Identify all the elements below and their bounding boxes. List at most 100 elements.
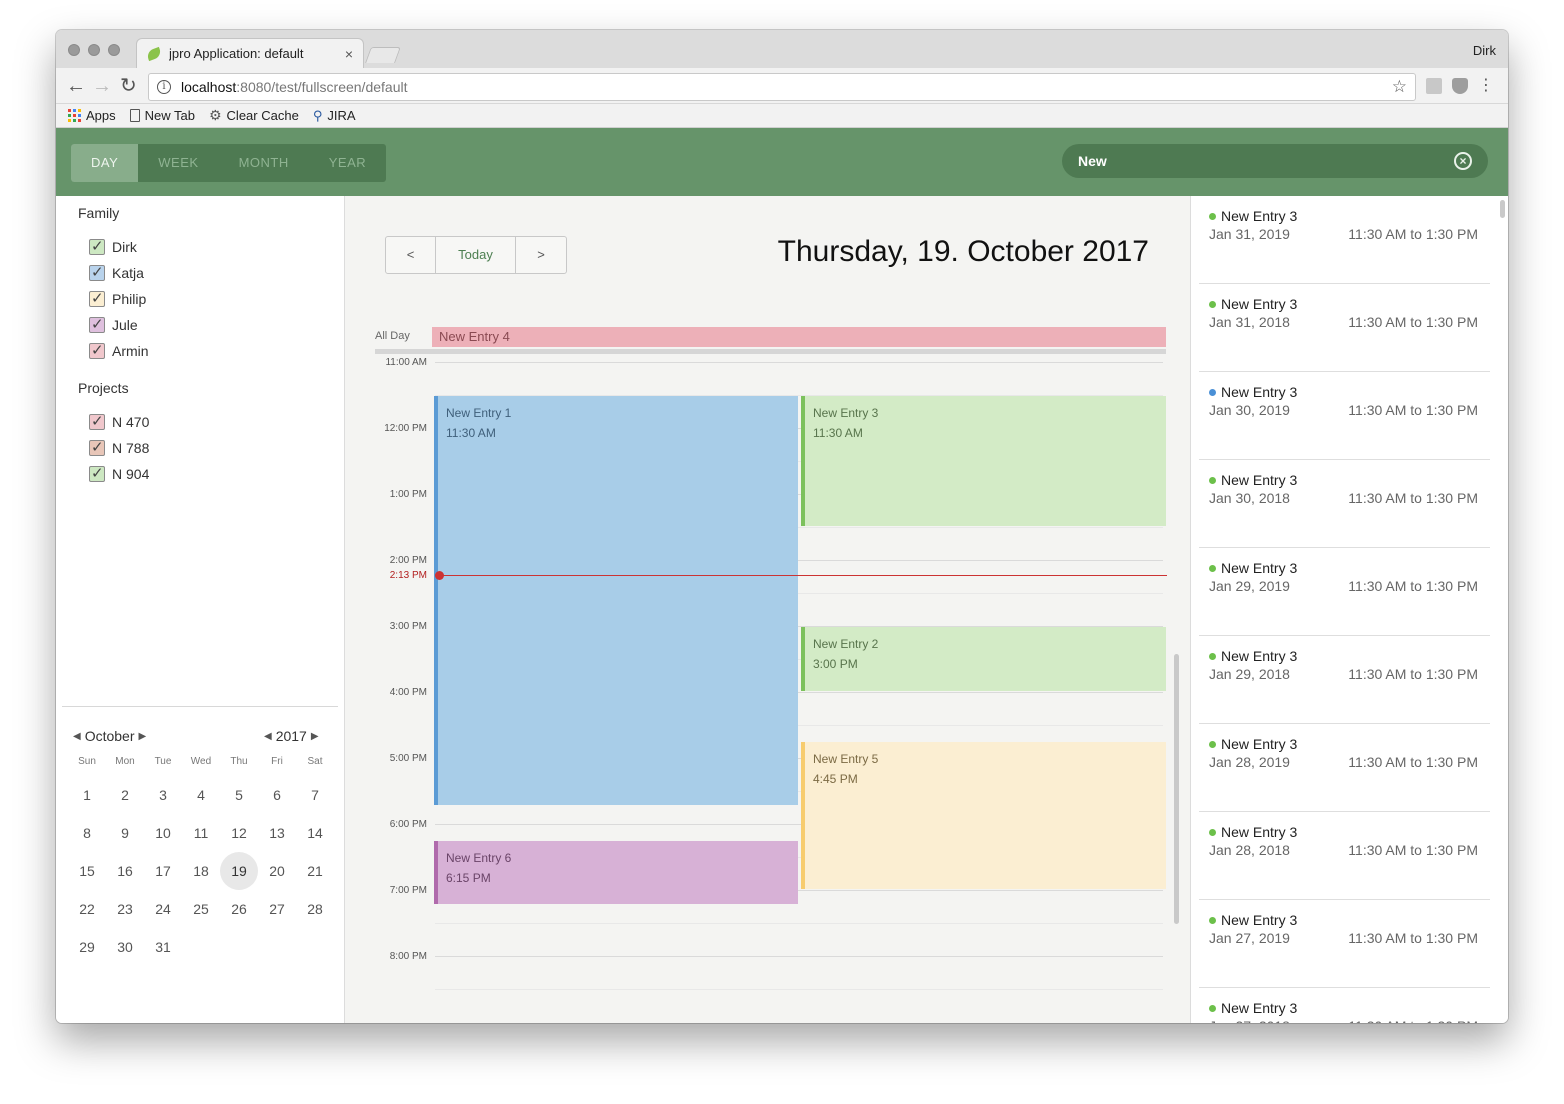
calendar-item-katja[interactable]: Katja — [89, 263, 144, 281]
bookmark-jira[interactable]: ⚲ JIRA — [313, 108, 356, 124]
calendar-checkbox[interactable] — [89, 412, 105, 430]
mini-calendar-day[interactable]: 17 — [144, 852, 182, 890]
mini-calendar-day[interactable]: 5 — [220, 776, 258, 814]
forward-arrow-icon[interactable]: → — [92, 74, 112, 98]
all-day-entry[interactable]: New Entry 4 — [432, 327, 1166, 347]
prev-year-icon[interactable]: ◀ — [264, 731, 272, 742]
mini-calendar-day[interactable]: 27 — [258, 890, 296, 928]
calendar-item-n470[interactable]: N 470 — [89, 412, 149, 430]
mini-calendar-day[interactable]: 3 — [144, 776, 182, 814]
calendar-checkbox[interactable] — [89, 438, 105, 456]
mini-calendar-day[interactable]: 4 — [182, 776, 220, 814]
new-tab-button[interactable] — [365, 47, 401, 63]
search-result-item[interactable]: New Entry 3 Jan 27, 2019 11:30 AM to 1:30 … — [1199, 900, 1490, 988]
mini-calendar-day[interactable]: 13 — [258, 814, 296, 852]
mini-calendar-day[interactable]: 28 — [296, 890, 334, 928]
extension-icon[interactable] — [1426, 78, 1442, 94]
mini-calendar-day[interactable]: 21 — [296, 852, 334, 890]
calendar-checkbox[interactable] — [89, 464, 105, 482]
search-result-item[interactable]: New Entry 3 Jan 30, 2018 11:30 AM to 1:30 … — [1199, 460, 1490, 548]
today-button[interactable]: Today — [436, 237, 516, 273]
mini-calendar-day[interactable]: 19 — [220, 852, 258, 890]
close-tab-icon[interactable]: × — [345, 46, 353, 62]
address-bar[interactable]: i localhost:8080/test/fullscreen/default… — [148, 73, 1416, 101]
tab-month[interactable]: MONTH — [219, 144, 309, 182]
zoom-window-button[interactable] — [108, 44, 120, 56]
calendar-item-armin[interactable]: Armin — [89, 341, 149, 359]
mini-calendar-day[interactable]: 7 — [296, 776, 334, 814]
calendar-item-dirk[interactable]: Dirk — [89, 237, 137, 255]
mini-calendar-day[interactable]: 31 — [144, 928, 182, 966]
calendar-checkbox[interactable] — [89, 263, 105, 281]
clear-search-icon[interactable]: × — [1454, 152, 1472, 170]
tab-week[interactable]: WEEK — [138, 144, 218, 182]
mini-calendar-day[interactable]: 24 — [144, 890, 182, 928]
mini-calendar-day[interactable]: 23 — [106, 890, 144, 928]
mini-calendar-day[interactable]: 25 — [182, 890, 220, 928]
calendar-checkbox[interactable] — [89, 237, 105, 255]
mini-year-selector: ◀ 2017 ▶ — [264, 728, 319, 744]
mini-calendar-day[interactable]: 30 — [106, 928, 144, 966]
calendar-entry[interactable]: New Entry 1 11:30 AM — [434, 396, 798, 805]
search-result-item[interactable]: New Entry 3 Jan 31, 2018 11:30 AM to 1:30 … — [1199, 284, 1490, 372]
next-day-button[interactable]: > — [516, 237, 566, 273]
tab-year[interactable]: YEAR — [309, 144, 386, 182]
reload-icon[interactable]: ↻ — [120, 74, 137, 98]
calendar-item-n788[interactable]: N 788 — [89, 438, 149, 456]
search-result-item[interactable]: New Entry 3 Jan 31, 2019 11:30 AM to 1:30 … — [1199, 196, 1490, 284]
next-year-icon[interactable]: ▶ — [311, 731, 319, 742]
profile-name[interactable]: Dirk — [1473, 43, 1496, 58]
search-result-item[interactable]: New Entry 3 Jan 28, 2019 11:30 AM to 1:30 … — [1199, 724, 1490, 812]
mini-calendar-day[interactable]: 18 — [182, 852, 220, 890]
star-icon[interactable]: ☆ — [1392, 77, 1407, 97]
vertical-scrollbar[interactable] — [1174, 654, 1179, 924]
shield-extension-icon[interactable] — [1452, 78, 1468, 94]
close-window-button[interactable] — [68, 44, 80, 56]
mini-calendar-day[interactable]: 8 — [68, 814, 106, 852]
mini-calendar-day[interactable]: 1 — [68, 776, 106, 814]
mini-calendar-day[interactable]: 10 — [144, 814, 182, 852]
back-arrow-icon[interactable]: ← — [66, 74, 86, 98]
calendar-checkbox[interactable] — [89, 341, 105, 359]
results-scrollbar[interactable] — [1500, 200, 1505, 218]
search-input[interactable]: New × — [1062, 144, 1488, 178]
search-result-item[interactable]: New Entry 3 Jan 29, 2019 11:30 AM to 1:30 … — [1199, 548, 1490, 636]
mini-calendar-day[interactable]: 12 — [220, 814, 258, 852]
mini-calendar-day[interactable]: 20 — [258, 852, 296, 890]
prev-day-button[interactable]: < — [386, 237, 436, 273]
calendar-item-philip[interactable]: Philip — [89, 289, 146, 307]
search-result-item[interactable]: New Entry 3 Jan 27, 2018 11:30 AM to 1:30 … — [1199, 988, 1490, 1023]
mini-month-label: October — [84, 728, 135, 744]
calendar-item-n904[interactable]: N 904 — [89, 464, 149, 482]
calendar-item-jule[interactable]: Jule — [89, 315, 138, 333]
bookmark-clear-cache[interactable]: ⚙ Clear Cache — [209, 107, 299, 124]
prev-month-icon[interactable]: ◀ — [73, 731, 81, 742]
tab-day[interactable]: DAY — [71, 144, 139, 182]
calendar-entry[interactable]: New Entry 5 4:45 PM — [801, 742, 1166, 889]
mini-calendar-day[interactable]: 11 — [182, 814, 220, 852]
mini-calendar-day[interactable]: 6 — [258, 776, 296, 814]
mini-calendar-day[interactable]: 9 — [106, 814, 144, 852]
search-result-item[interactable]: New Entry 3 Jan 30, 2019 11:30 AM to 1:30 … — [1199, 372, 1490, 460]
mini-calendar-day[interactable]: 2 — [106, 776, 144, 814]
calendar-checkbox[interactable] — [89, 315, 105, 333]
mini-calendar-day[interactable]: 15 — [68, 852, 106, 890]
search-result-item[interactable]: New Entry 3 Jan 29, 2018 11:30 AM to 1:30 … — [1199, 636, 1490, 724]
info-icon[interactable]: i — [157, 80, 171, 94]
mini-calendar-day[interactable]: 29 — [68, 928, 106, 966]
calendar-entry[interactable]: New Entry 2 3:00 PM — [801, 627, 1166, 691]
mini-calendar-day[interactable]: 14 — [296, 814, 334, 852]
bookmark-new-tab[interactable]: New Tab — [129, 108, 195, 123]
next-month-icon[interactable]: ▶ — [139, 731, 147, 742]
minimize-window-button[interactable] — [88, 44, 100, 56]
browser-tab[interactable]: jpro Application: default × — [136, 38, 364, 68]
calendar-entry[interactable]: New Entry 3 11:30 AM — [801, 396, 1166, 526]
calendar-checkbox[interactable] — [89, 289, 105, 307]
search-result-item[interactable]: New Entry 3 Jan 28, 2018 11:30 AM to 1:30 … — [1199, 812, 1490, 900]
bookmark-apps[interactable]: Apps — [68, 108, 116, 123]
menu-kebab-icon[interactable]: ⋮ — [1478, 76, 1494, 96]
mini-calendar-day[interactable]: 22 — [68, 890, 106, 928]
calendar-entry[interactable]: New Entry 6 6:15 PM — [434, 841, 798, 904]
mini-calendar-day[interactable]: 16 — [106, 852, 144, 890]
mini-calendar-day[interactable]: 26 — [220, 890, 258, 928]
